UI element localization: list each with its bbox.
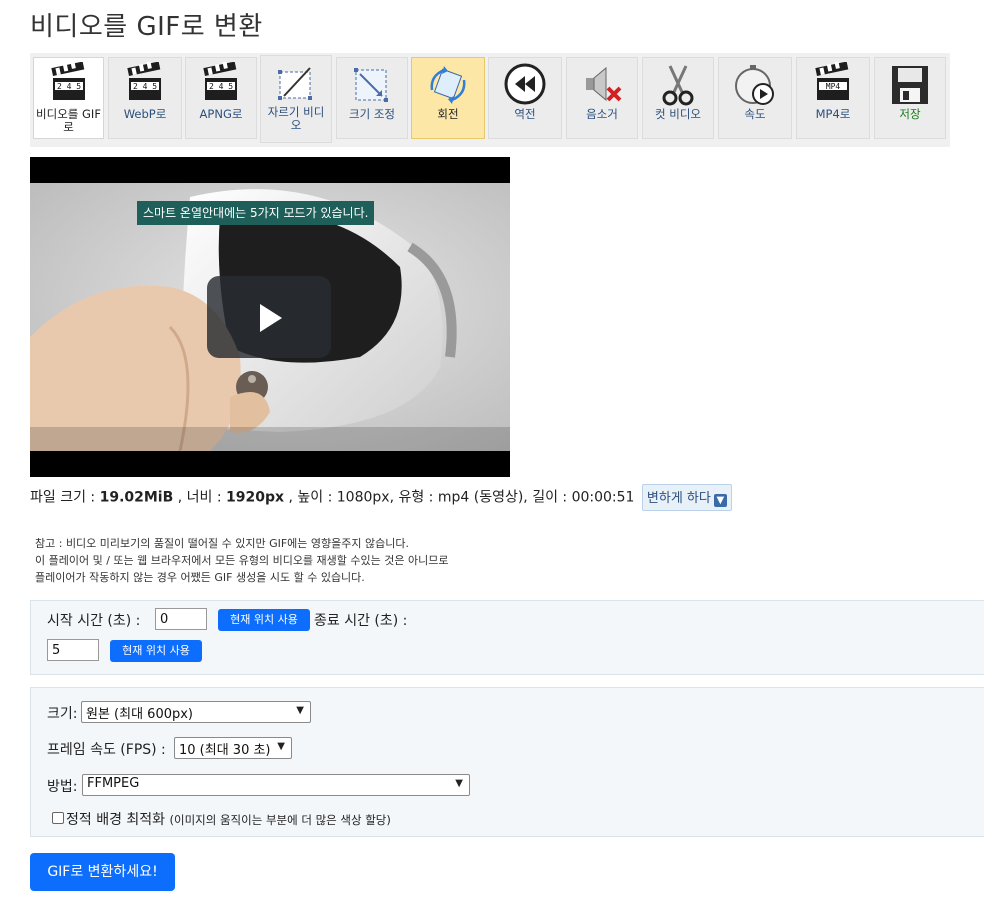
- play-icon: [260, 304, 282, 332]
- toolbar-button-label: WebP로: [123, 107, 167, 121]
- toolbar-button[interactable]: 컷 비디오: [642, 57, 714, 139]
- width-value: 1920px: [226, 489, 285, 506]
- toolbar-button-label: 비디오를 GIF로: [36, 107, 101, 134]
- toolbar-button-label: 회전: [437, 107, 459, 121]
- convert-to-gif-button[interactable]: GIF로 변환하세요!: [30, 853, 175, 891]
- chevron-down-icon: ▼: [296, 705, 304, 716]
- toolbar-button-label: 컷 비디오: [655, 107, 701, 121]
- svg-text:2 4 5: 2 4 5: [133, 82, 157, 91]
- method-select-value: FFMPEG: [87, 776, 140, 791]
- fps-select-value: 10 (최대 30 초): [179, 743, 271, 758]
- clapperboard-icon: 2 4 5: [50, 62, 85, 100]
- download-arrow-icon: ▼: [713, 494, 727, 507]
- size-select-value: 원본 (최대 600px): [86, 707, 194, 722]
- options-panel: 크기: 원본 (최대 600px) ▼ 프레임 속도 (FPS) : 10 (최…: [30, 687, 984, 837]
- rewind-icon: [504, 63, 546, 105]
- fps-label: 프레임 속도 (FPS) :: [47, 742, 166, 758]
- svg-text:MP4: MP4: [826, 82, 841, 91]
- svg-text:2 4 5: 2 4 5: [209, 82, 233, 91]
- play-button[interactable]: [207, 276, 331, 358]
- preview-note: 참고 : 비디오 미리보기의 품질이 떨어질 수 있지만 GIF에는 영향을주지…: [35, 535, 448, 586]
- width-label: , 너비 :: [173, 489, 227, 506]
- start-time-label: 시작 시간 (초) :: [47, 613, 141, 629]
- toolbar-button[interactable]: 역전: [488, 57, 562, 139]
- toolbar-button-label: 크기 조정: [349, 107, 395, 121]
- method-select[interactable]: FFMPEG ▼: [82, 774, 470, 796]
- scissors-icon: [662, 65, 694, 106]
- file-details: , 높이 : 1080px, 유형 : mp4 (동영상), 길이 : 00:0…: [284, 489, 635, 506]
- svg-text:2 4 5: 2 4 5: [56, 82, 80, 91]
- toolbar-button[interactable]: 음소거: [566, 57, 638, 139]
- toolbar-button[interactable]: 속도: [718, 57, 792, 139]
- use-current-position-end-button[interactable]: 현재 위치 사용: [110, 640, 202, 662]
- toolbar-button[interactable]: 저장: [874, 57, 946, 139]
- toolbar-button-label: 음소거: [586, 107, 618, 121]
- toolbar-button-label: 저장: [899, 107, 921, 121]
- file-size-value: 19.02MiB: [99, 489, 174, 506]
- file-info: 파일 크기 : 19.02MiB , 너비 : 1920px , 높이 : 10…: [30, 484, 732, 511]
- fps-select[interactable]: 10 (최대 30 초) ▼: [174, 737, 292, 759]
- clapperboard-icon: 2 4 5: [127, 62, 161, 100]
- clapperboard-icon: 2 4 5: [203, 62, 237, 100]
- stopwatch-icon: [735, 65, 774, 105]
- static-background-checkbox[interactable]: [52, 812, 64, 824]
- toolbar-button-label: APNG로: [199, 107, 243, 121]
- file-size-label: 파일 크기 :: [30, 489, 100, 506]
- rotate-icon: [430, 66, 466, 104]
- toolbar-button-label: 속도: [744, 107, 766, 121]
- resize-icon: [354, 68, 388, 102]
- toolbar-button[interactable]: 2 4 5 APNG로: [185, 57, 257, 139]
- time-panel: 시작 시간 (초) : 현재 위치 사용 종료 시간 (초) : 현재 위치 사…: [30, 600, 984, 675]
- toolbar-button[interactable]: 2 4 5 WebP로: [108, 57, 182, 139]
- size-label: 크기:: [47, 706, 78, 722]
- method-label: 방법:: [47, 779, 78, 795]
- toolbar-button-label: MP4로: [815, 107, 851, 121]
- change-file-label: 변하게 하다: [646, 491, 711, 506]
- page-title: 비디오를 GIF로 변환: [30, 12, 263, 42]
- toolbar-button[interactable]: 자르기 비디오: [260, 55, 332, 143]
- note-line: 참고 : 비디오 미리보기의 품질이 떨어질 수 있지만 GIF에는 영향을주지…: [35, 537, 409, 550]
- size-select[interactable]: 원본 (최대 600px) ▼: [81, 701, 311, 723]
- chevron-down-icon: ▼: [277, 741, 285, 752]
- toolbar-button[interactable]: 회전: [411, 57, 485, 139]
- use-current-position-start-button[interactable]: 현재 위치 사용: [218, 609, 310, 631]
- toolbar-button[interactable]: MP4 MP4로: [796, 57, 870, 139]
- mute-icon: [586, 66, 622, 102]
- note-line: 플레이어가 작동하지 않는 경우 어쨌든 GIF 생성을 시도 할 수 있습니다…: [35, 571, 365, 584]
- floppy-disk-icon: [892, 66, 928, 104]
- toolbar-button[interactable]: 2 4 5 비디오를 GIF로: [33, 57, 104, 139]
- toolbar-button[interactable]: 크기 조정: [336, 57, 408, 139]
- video-player[interactable]: 스마트 온열안대에는 5가지 모드가 있습니다.: [30, 157, 510, 477]
- static-background-hint: (이미지의 움직이는 부분에 더 많은 색상 할당): [169, 813, 391, 827]
- static-background-text: 정적 배경 최적화: [66, 812, 166, 828]
- start-time-input[interactable]: [155, 608, 207, 630]
- end-time-label: 종료 시간 (초) :: [314, 613, 408, 629]
- video-caption: 스마트 온열안대에는 5가지 모드가 있습니다.: [137, 201, 375, 225]
- note-line: 이 플레이어 및 / 또는 웹 브라우저에서 모든 유형의 비디오를 재생할 수…: [35, 554, 449, 567]
- toolbar-button-label: 역전: [514, 107, 536, 121]
- change-file-button[interactable]: 변하게 하다 ▼: [641, 484, 732, 511]
- mp4-icon: MP4: [815, 62, 849, 100]
- chevron-down-icon: ▼: [455, 778, 463, 789]
- tool-toolbar: 2 4 5 비디오를 GIF로 2 4 5 WebP로 2 4 5 APNG로 자르기 비디…: [30, 53, 950, 147]
- toolbar-button-label: 자르기 비디오: [267, 105, 325, 132]
- static-background-label: 정적 배경 최적화 (이미지의 움직이는 부분에 더 많은 색상 할당): [66, 809, 391, 829]
- crop-icon: [278, 64, 314, 100]
- end-time-input[interactable]: [47, 639, 99, 661]
